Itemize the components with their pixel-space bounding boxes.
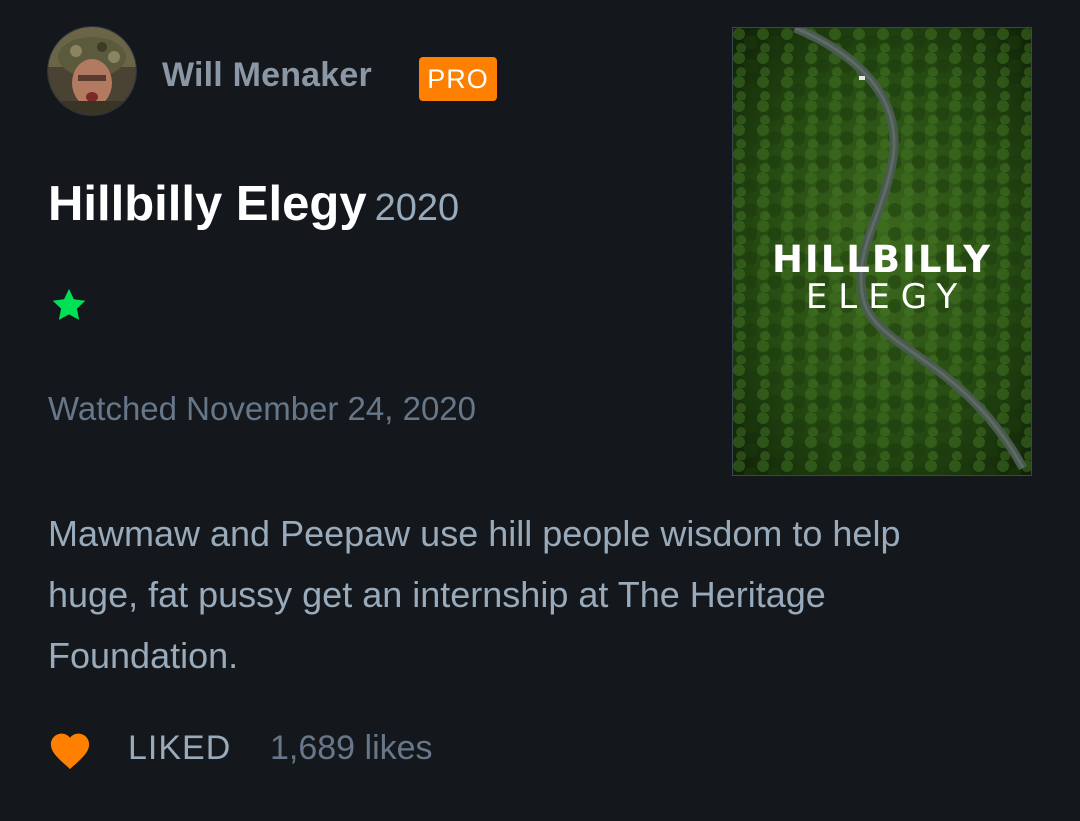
- username[interactable]: Will Menaker: [162, 56, 372, 95]
- poster-title-line1: HILLBILLY: [771, 238, 993, 281]
- review-text: Mawmaw and Peepaw use hill people wisdom…: [48, 513, 901, 676]
- pro-badge: PRO: [419, 57, 497, 101]
- watched-date: Watched November 24, 2020: [48, 390, 477, 427]
- likes-count[interactable]: 1,689 likes: [270, 729, 433, 768]
- film-heading: Hillbilly Elegy 2020: [48, 176, 459, 232]
- liked-label: LIKED: [128, 729, 232, 767]
- star-icon: [50, 286, 88, 324]
- film-poster[interactable]: HILLBILLY ELEGY: [732, 27, 1032, 476]
- review-card: Will Menaker PRO Hillbilly Elegy 2020 Wat…: [0, 0, 1080, 821]
- poster-title-line2: ELEGY: [805, 277, 969, 317]
- film-year[interactable]: 2020: [375, 187, 460, 229]
- heart-icon[interactable]: [48, 730, 92, 770]
- film-title[interactable]: Hillbilly Elegy: [48, 177, 367, 231]
- user-avatar[interactable]: [48, 27, 136, 115]
